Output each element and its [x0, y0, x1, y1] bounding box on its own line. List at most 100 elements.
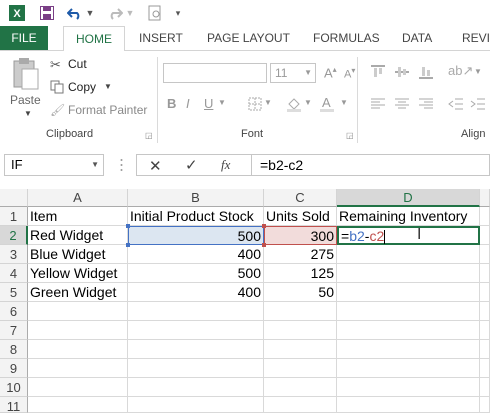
cell-d6[interactable]: [337, 302, 480, 321]
tab-data[interactable]: DATA: [402, 26, 432, 50]
column-header-d[interactable]: D: [337, 189, 480, 207]
copy-button[interactable]: Copy: [68, 80, 96, 94]
cell-b11[interactable]: [128, 397, 264, 413]
cell-e9[interactable]: [480, 359, 490, 378]
paste-button[interactable]: Paste: [10, 93, 41, 107]
b2-range-handle[interactable]: [126, 224, 130, 228]
cell-b1[interactable]: Initial Product Stock: [128, 207, 264, 226]
cell-a3[interactable]: Blue Widget: [28, 245, 128, 264]
row-header-1[interactable]: 1: [0, 207, 28, 226]
row-header-8[interactable]: 8: [0, 340, 28, 359]
increase-indent-icon[interactable]: [470, 97, 486, 115]
cell-c10[interactable]: [264, 378, 337, 397]
cell-c5[interactable]: 50: [264, 283, 337, 302]
cell-e6[interactable]: [480, 302, 490, 321]
row-header-7[interactable]: 7: [0, 321, 28, 340]
cell-a9[interactable]: [28, 359, 128, 378]
formula-input[interactable]: =b2-c2: [252, 154, 490, 176]
tab-home[interactable]: HOME: [63, 26, 125, 52]
cell-e5[interactable]: [480, 283, 490, 302]
row-header-2[interactable]: 2: [0, 226, 28, 245]
cell-d2-editing[interactable]: =b2-c2 Ⅰ: [337, 226, 480, 245]
cell-e11[interactable]: [480, 397, 490, 413]
cell-b8[interactable]: [128, 340, 264, 359]
tab-file[interactable]: FILE: [0, 26, 48, 50]
paste-dropdown-icon[interactable]: ▼: [24, 109, 32, 118]
enter-icon[interactable]: ✓: [185, 156, 198, 174]
shrink-font-icon[interactable]: A▾: [344, 66, 355, 81]
fill-color-icon[interactable]: [286, 97, 302, 117]
tab-page-layout[interactable]: PAGE LAYOUT: [207, 26, 290, 50]
cell-d3[interactable]: [337, 245, 480, 264]
row-header-5[interactable]: 5: [0, 283, 28, 302]
align-middle-icon[interactable]: [394, 65, 410, 84]
font-size-dropdown-icon[interactable]: ▼: [304, 64, 312, 82]
cell-a4[interactable]: Yellow Widget: [28, 264, 128, 283]
cancel-icon[interactable]: ✕: [149, 157, 162, 175]
bold-icon[interactable]: B: [167, 96, 176, 111]
cell-d7[interactable]: [337, 321, 480, 340]
cell-b6[interactable]: [128, 302, 264, 321]
font-color-dropdown-icon[interactable]: ▼: [340, 98, 348, 107]
cell-d10[interactable]: [337, 378, 480, 397]
column-header-b[interactable]: B: [128, 189, 264, 207]
cell-a6[interactable]: [28, 302, 128, 321]
cell-c9[interactable]: [264, 359, 337, 378]
row-header-6[interactable]: 6: [0, 302, 28, 321]
cell-c4[interactable]: 125: [264, 264, 337, 283]
cell-b9[interactable]: [128, 359, 264, 378]
redo-dropdown-icon[interactable]: ▼: [126, 3, 135, 23]
save-icon[interactable]: [38, 3, 56, 23]
print-preview-icon[interactable]: [146, 3, 164, 23]
cell-a1[interactable]: Item: [28, 207, 128, 226]
undo-dropdown-icon[interactable]: ▼: [86, 3, 95, 23]
cell-c3[interactable]: 275: [264, 245, 337, 264]
cell-b3[interactable]: 400: [128, 245, 264, 264]
cell-e10[interactable]: [480, 378, 490, 397]
font-launcher-icon[interactable]: ◲: [346, 131, 354, 140]
cell-d1[interactable]: Remaining Inventory: [337, 207, 480, 226]
select-all-corner[interactable]: [0, 189, 28, 207]
align-left-icon[interactable]: [370, 97, 386, 115]
cell-d8[interactable]: [337, 340, 480, 359]
cell-c6[interactable]: [264, 302, 337, 321]
align-bottom-icon[interactable]: [418, 65, 434, 84]
cell-c7[interactable]: [264, 321, 337, 340]
font-size-combo[interactable]: 11 ▼: [270, 63, 316, 83]
cell-e4[interactable]: [480, 264, 490, 283]
cell-c11[interactable]: [264, 397, 337, 413]
italic-icon[interactable]: I: [186, 96, 190, 111]
copy-dropdown-icon[interactable]: ▼: [104, 82, 112, 91]
formula-bar-grip-icon[interactable]: [120, 157, 123, 173]
borders-dropdown-icon[interactable]: ▼: [264, 98, 272, 107]
cell-a5[interactable]: Green Widget: [28, 283, 128, 302]
insert-function-button[interactable]: fx: [221, 157, 230, 173]
cell-d11[interactable]: [337, 397, 480, 413]
underline-dropdown-icon[interactable]: ▼: [218, 98, 226, 107]
name-box-dropdown-icon[interactable]: ▼: [91, 155, 99, 175]
cell-d5[interactable]: [337, 283, 480, 302]
decrease-indent-icon[interactable]: [448, 97, 464, 115]
c2-range-handle[interactable]: [262, 224, 266, 228]
align-center-icon[interactable]: [394, 97, 410, 115]
cell-b10[interactable]: [128, 378, 264, 397]
orientation-icon[interactable]: ab↗: [448, 63, 473, 79]
tab-insert[interactable]: INSERT: [139, 26, 183, 50]
b2-range-handle-bottom[interactable]: [126, 243, 130, 247]
cell-a2[interactable]: Red Widget: [28, 226, 128, 245]
underline-icon[interactable]: U: [204, 96, 213, 111]
font-color-icon[interactable]: A: [322, 95, 331, 110]
align-right-icon[interactable]: [418, 97, 434, 115]
cell-c1[interactable]: Units Sold: [264, 207, 337, 226]
column-header-c[interactable]: C: [264, 189, 337, 207]
cell-a11[interactable]: [28, 397, 128, 413]
borders-icon[interactable]: [248, 97, 262, 116]
cell-b5[interactable]: 400: [128, 283, 264, 302]
undo-icon[interactable]: [66, 3, 84, 23]
row-header-9[interactable]: 9: [0, 359, 28, 378]
customize-toolbar-icon[interactable]: ▾: [174, 3, 182, 23]
redo-icon[interactable]: [106, 3, 124, 23]
paste-icon[interactable]: [8, 57, 42, 97]
cell-b7[interactable]: [128, 321, 264, 340]
tab-formulas[interactable]: FORMULAS: [313, 26, 380, 50]
